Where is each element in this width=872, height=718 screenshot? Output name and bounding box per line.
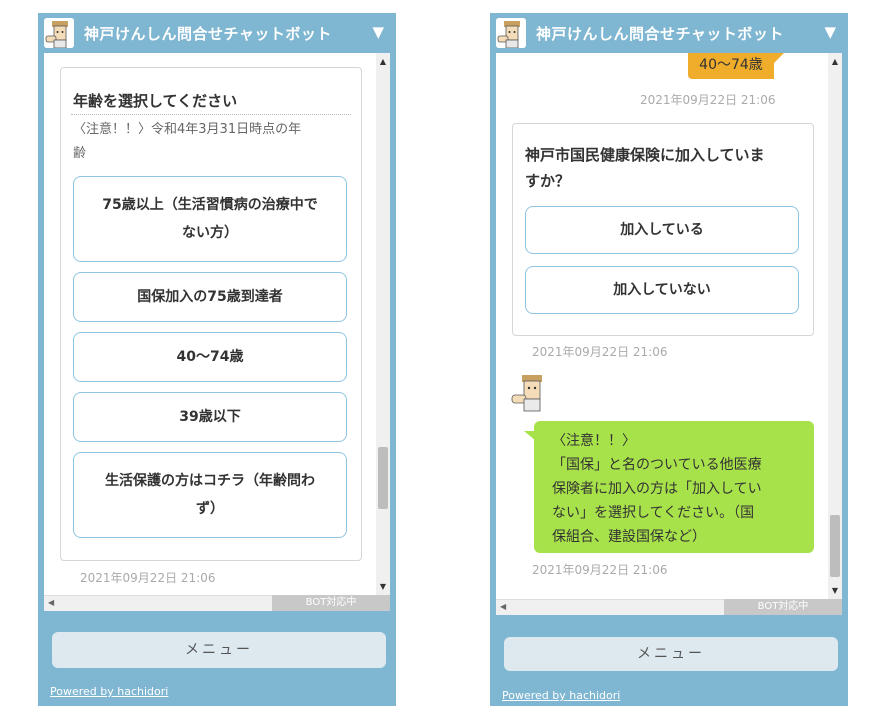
option-button-75-reached[interactable]: 国保加入の75歳到達者 bbox=[73, 272, 347, 322]
option-button-enrolled[interactable]: 加入している bbox=[525, 206, 799, 254]
option-button-39-under[interactable]: 39歳以下 bbox=[73, 392, 347, 442]
chat-log[interactable]: 年齢を選択してください 〈注意！！〉令和4年3月31日時点の年 齢 75歳以上（… bbox=[44, 53, 390, 611]
chatbot-widget-left: 神戸けんしん問合せチャットボット ▼ 年齢を選択してください 〈注意！！〉令和4… bbox=[38, 13, 396, 706]
chatbot-widget-right: 神戸けんしん問合せチャットボット ▼ 40〜74歳 2021年09月22日 21… bbox=[490, 13, 848, 706]
option-button-welfare[interactable]: 生活保護の方はコチラ（年齢問わ ず） bbox=[73, 452, 347, 538]
scroll-down-arrow-icon[interactable]: ▼ bbox=[828, 586, 842, 595]
bot-avatar-icon bbox=[508, 373, 548, 413]
status-badge: BOT対応中 bbox=[272, 595, 390, 611]
chat-title: 神戸けんしん問合せチャットボット bbox=[536, 24, 784, 43]
message-timestamp: 2021年09月22日 21:06 bbox=[532, 345, 668, 359]
vertical-scrollbar[interactable]: ▲ ▼ bbox=[376, 53, 390, 595]
status-badge: BOT対応中 bbox=[724, 599, 842, 615]
collapse-chevron-icon[interactable]: ▼ bbox=[824, 23, 836, 41]
menu-button[interactable]: メニュー bbox=[52, 632, 386, 668]
scroll-left-arrow-icon[interactable]: ◀ bbox=[500, 602, 506, 611]
powered-by-link[interactable]: Powered by hachidori bbox=[50, 685, 168, 698]
vertical-scrollbar[interactable]: ▲ ▼ bbox=[828, 53, 842, 599]
chat-title: 神戸けんしん問合せチャットボット bbox=[84, 24, 332, 43]
scroll-up-arrow-icon[interactable]: ▲ bbox=[828, 57, 842, 66]
bot-message-bubble: 〈注意！！〉 「国保」と名のついている他医療 保険者に加入の方は「加入してい な… bbox=[524, 421, 814, 553]
option-button-40-74[interactable]: 40〜74歳 bbox=[73, 332, 347, 382]
message-timestamp: 2021年09月22日 21:06 bbox=[80, 571, 216, 585]
message-timestamp: 2021年09月22日 21:06 bbox=[640, 93, 776, 107]
scrollbar-thumb[interactable] bbox=[830, 515, 840, 577]
user-reply-bubble: 40〜74歳 bbox=[688, 53, 784, 79]
scroll-down-arrow-icon[interactable]: ▼ bbox=[376, 582, 390, 591]
option-button-75-plus[interactable]: 75歳以上（生活習慣病の治療中で ない方） bbox=[73, 176, 347, 262]
chat-header: 神戸けんしん問合せチャットボット ▼ bbox=[490, 13, 848, 53]
chat-log[interactable]: 40〜74歳 2021年09月22日 21:06 神戸市国民健康保険に加入してい… bbox=[496, 53, 842, 615]
chat-header: 神戸けんしん問合せチャットボット ▼ bbox=[38, 13, 396, 53]
scroll-up-arrow-icon[interactable]: ▲ bbox=[376, 57, 390, 66]
question-card: 神戸市国民健康保険に加入していま すか？ 加入している 加入していない bbox=[512, 123, 814, 336]
message-timestamp: 2021年09月22日 21:06 bbox=[532, 563, 668, 577]
scrollbar-thumb[interactable] bbox=[378, 447, 388, 509]
question-card: 年齢を選択してください 〈注意！！〉令和4年3月31日時点の年 齢 75歳以上（… bbox=[60, 67, 362, 561]
menu-button[interactable]: メニュー bbox=[504, 637, 838, 671]
question-note: 〈注意！！〉令和4年3月31日時点の年 齢 bbox=[73, 122, 302, 161]
bot-logo-icon bbox=[44, 18, 74, 48]
bot-logo-icon bbox=[496, 18, 526, 48]
scroll-left-arrow-icon[interactable]: ◀ bbox=[48, 598, 54, 607]
option-button-not-enrolled[interactable]: 加入していない bbox=[525, 266, 799, 314]
question-text: 神戸市国民健康保険に加入していま すか？ bbox=[525, 146, 765, 190]
question-text: 年齢を選択してください bbox=[73, 92, 238, 110]
collapse-chevron-icon[interactable]: ▼ bbox=[372, 23, 384, 41]
divider bbox=[71, 114, 351, 115]
powered-by-link[interactable]: Powered by hachidori bbox=[502, 689, 620, 702]
